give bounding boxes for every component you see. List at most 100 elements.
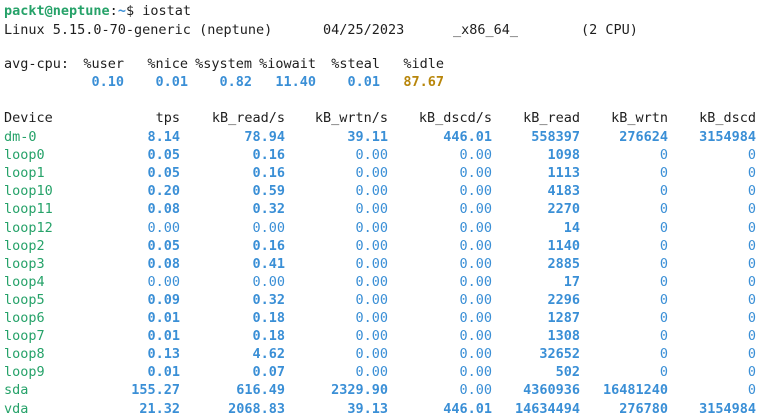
- device-cell-kB-wrtn: 0: [659, 255, 668, 272]
- device-cell-kB-dscd-s: 0.00: [459, 147, 492, 164]
- device-cell-tps: 155.27: [131, 382, 180, 399]
- device-cell-kB-dscd-s: 0.00: [459, 219, 492, 236]
- device-cell-tps: 8.14: [147, 129, 180, 145]
- device-cell-kB-dscd-s: 446.01: [443, 129, 492, 145]
- device-cell-kB-read: 1287: [547, 310, 580, 326]
- device-header-Device: Device: [4, 110, 53, 126]
- sysinfo-arch: _x86_64_: [453, 22, 519, 38]
- device-cell-kB-read: 17: [563, 273, 580, 290]
- device-cell-kB-wrtn: 0: [659, 328, 668, 345]
- device-cell-kB-read-s: 0.16: [252, 165, 285, 182]
- device-cell-kB-wrtn: 0: [659, 273, 668, 290]
- cpu-value-steal: 0.01: [347, 74, 380, 90]
- device-cell-tps: 0.00: [147, 219, 180, 236]
- device-cell-kB-wrtn: 0: [659, 165, 668, 182]
- device-cell-kB-read-s: 0.32: [252, 291, 285, 308]
- device-cell-kB-wrtn-s: 0.00: [355, 147, 388, 164]
- device-cell-kB-read: 558397: [531, 129, 580, 145]
- device-cell-kB-dscd: 0: [747, 165, 756, 182]
- device-cell-kB-wrtn-s: 0.00: [355, 237, 388, 254]
- device-cell-tps: 0.08: [147, 255, 180, 272]
- device-cell-kB-wrtn-s: 39.11: [347, 129, 388, 145]
- prompt-line: packt@neptune:~$ iostat: [4, 2, 191, 21]
- device-name: loop0: [4, 147, 45, 164]
- device-cell-kB-wrtn-s: 0.00: [355, 328, 388, 345]
- device-cell-kB-read-s: 2068.83: [228, 400, 285, 417]
- device-cell-tps: 0.01: [147, 364, 180, 381]
- device-cell-tps: 0.01: [147, 328, 180, 345]
- device-cell-kB-read: 1098: [547, 147, 580, 164]
- device-cell-kB-dscd: 0: [747, 219, 756, 236]
- device-cell-kB-dscd: 0: [747, 147, 756, 164]
- device-cell-kB-dscd-s: 0.00: [459, 237, 492, 254]
- device-cell-kB-wrtn-s: 0.00: [355, 346, 388, 363]
- device-cell-kB-wrtn-s: 0.00: [355, 310, 388, 326]
- cpu-value-system: 0.82: [219, 74, 252, 90]
- device-cell-kB-read-s: 0.18: [252, 310, 285, 326]
- device-cell-tps: 0.09: [147, 291, 180, 308]
- device-cell-kB-wrtn-s: 0.00: [355, 255, 388, 272]
- device-cell-kB-wrtn: 276780: [619, 400, 668, 417]
- device-cell-kB-dscd: 0: [747, 291, 756, 308]
- device-cell-kB-dscd: 3154984: [699, 129, 756, 145]
- device-cell-kB-read: 2885: [547, 255, 580, 272]
- device-cell-kB-wrtn: 0: [659, 219, 668, 236]
- cpu-value-user: 0.10: [91, 74, 124, 90]
- device-cell-kB-dscd-s: 0.00: [459, 201, 492, 218]
- cpu-value-nice: 0.01: [155, 74, 188, 90]
- cpu-header-system: %system: [195, 56, 252, 72]
- device-cell-kB-wrtn: 0: [659, 310, 668, 326]
- device-cell-kB-read: 1308: [547, 328, 580, 345]
- device-name: loop1: [4, 165, 45, 182]
- device-cell-tps: 0.05: [147, 165, 180, 182]
- device-cell-kB-dscd-s: 0.00: [459, 364, 492, 381]
- device-cell-kB-read: 32652: [539, 346, 580, 363]
- device-cell-tps: 0.20: [147, 183, 180, 200]
- device-name: loop11: [4, 201, 53, 218]
- device-cell-tps: 0.13: [147, 346, 180, 363]
- device-cell-kB-wrtn-s: 2329.90: [331, 382, 388, 399]
- device-header-kB-wrtn: kB_wrtn: [611, 110, 668, 126]
- device-cell-kB-read: 4183: [547, 183, 580, 200]
- device-cell-kB-wrtn-s: 0.00: [355, 183, 388, 200]
- device-cell-kB-dscd-s: 0.00: [459, 328, 492, 345]
- device-cell-tps: 0.08: [147, 201, 180, 218]
- cpu-value-iowait: 11.40: [275, 74, 316, 90]
- device-cell-kB-read: 2296: [547, 291, 580, 308]
- device-cell-kB-dscd: 0: [747, 346, 756, 363]
- device-name: vda: [4, 400, 29, 417]
- device-cell-kB-wrtn-s: 0.00: [355, 291, 388, 308]
- device-header-tps: tps: [155, 110, 180, 126]
- device-cell-kB-dscd-s: 0.00: [459, 382, 492, 399]
- device-cell-kB-read-s: 4.62: [252, 346, 285, 363]
- device-name: loop12: [4, 219, 53, 236]
- sysinfo-cpus: (2 CPU): [581, 22, 638, 38]
- device-cell-kB-dscd-s: 0.00: [459, 273, 492, 290]
- device-name: loop5: [4, 291, 45, 308]
- device-cell-kB-wrtn: 0: [659, 201, 668, 218]
- device-cell-kB-wrtn-s: 0.00: [355, 273, 388, 290]
- prompt-path: ~: [117, 3, 126, 19]
- device-cell-kB-dscd-s: 0.00: [459, 346, 492, 363]
- sysinfo-date: 04/25/2023: [323, 22, 405, 38]
- device-name: loop6: [4, 310, 45, 326]
- device-cell-kB-dscd: 0: [747, 273, 756, 290]
- device-name: loop4: [4, 273, 45, 290]
- device-cell-kB-read-s: 78.94: [244, 129, 285, 145]
- cpu-label: avg-cpu:: [4, 56, 70, 72]
- device-cell-tps: 0.05: [147, 147, 180, 164]
- device-cell-tps: 0.05: [147, 237, 180, 254]
- device-cell-kB-wrtn: 0: [659, 237, 668, 254]
- device-cell-kB-read-s: 0.18: [252, 328, 285, 345]
- cpu-header-user: %user: [83, 56, 124, 72]
- device-name: loop3: [4, 255, 45, 272]
- device-cell-kB-dscd: 0: [747, 364, 756, 381]
- sysinfo-kernel: Linux 5.15.0-70-generic (neptune): [4, 22, 273, 38]
- terminal-window[interactable]: packt@neptune:~$ iostat Linux 5.15.0-70-…: [0, 0, 772, 417]
- device-cell-kB-read-s: 0.00: [252, 219, 285, 236]
- device-name: loop9: [4, 364, 45, 381]
- device-cell-kB-wrtn-s: 39.13: [347, 400, 388, 417]
- device-name: loop10: [4, 183, 53, 200]
- device-name: sda: [4, 382, 29, 399]
- device-cell-kB-dscd: 0: [747, 183, 756, 200]
